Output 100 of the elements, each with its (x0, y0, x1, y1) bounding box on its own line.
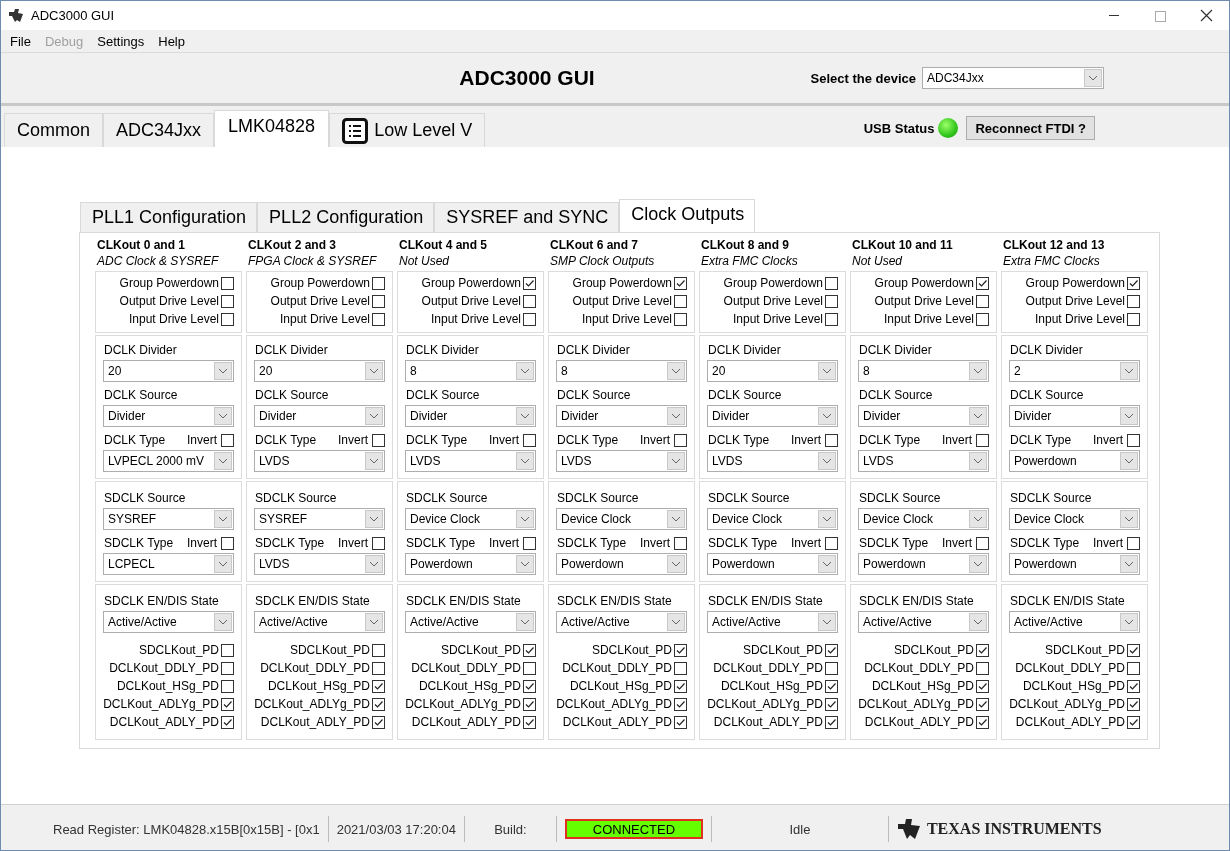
checkbox[interactable] (1127, 643, 1140, 657)
checkbox[interactable] (372, 697, 385, 711)
checkbox[interactable] (976, 276, 989, 290)
checkbox[interactable] (674, 697, 687, 711)
checkbox[interactable] (221, 715, 234, 729)
dropdown[interactable]: Divider (405, 405, 536, 427)
dropdown[interactable]: Active/Active (1009, 611, 1140, 633)
checkbox[interactable] (1127, 715, 1140, 729)
tab[interactable]: SYSREF and SYNC (434, 202, 620, 232)
dropdown[interactable]: LVDS (556, 450, 687, 472)
checkbox[interactable] (1127, 312, 1140, 326)
checkbox[interactable] (825, 536, 838, 550)
checkbox[interactable] (372, 536, 385, 550)
checkbox[interactable] (825, 433, 838, 447)
checkbox[interactable] (825, 697, 838, 711)
tab[interactable]: PLL2 Configuration (257, 202, 435, 232)
dropdown[interactable]: SYSREF (103, 508, 234, 530)
checkbox[interactable] (825, 661, 838, 675)
dropdown[interactable]: Active/Active (858, 611, 989, 633)
dropdown[interactable]: Divider (858, 405, 989, 427)
checkbox[interactable] (523, 312, 536, 326)
checkbox[interactable] (372, 679, 385, 693)
checkbox[interactable] (674, 715, 687, 729)
dropdown[interactable]: LVDS (858, 450, 989, 472)
dropdown[interactable]: Divider (254, 405, 385, 427)
dropdown[interactable]: Device Clock (556, 508, 687, 530)
checkbox[interactable] (825, 294, 838, 308)
dropdown[interactable]: LVDS (405, 450, 536, 472)
dropdown[interactable]: Powerdown (1009, 553, 1140, 575)
checkbox[interactable] (674, 536, 687, 550)
checkbox[interactable] (372, 312, 385, 326)
tab[interactable]: Common (4, 113, 104, 147)
checkbox[interactable] (674, 679, 687, 693)
dropdown[interactable]: LCPECL (103, 553, 234, 575)
tab[interactable]: Clock Outputs (619, 199, 756, 232)
checkbox[interactable] (372, 643, 385, 657)
checkbox[interactable] (221, 661, 234, 675)
checkbox[interactable] (221, 679, 234, 693)
dropdown[interactable]: Divider (707, 405, 838, 427)
checkbox[interactable] (221, 697, 234, 711)
dropdown[interactable]: Divider (1009, 405, 1140, 427)
checkbox[interactable] (221, 433, 234, 447)
checkbox[interactable] (1127, 536, 1140, 550)
checkbox[interactable] (523, 697, 536, 711)
dropdown[interactable]: 20 (254, 360, 385, 382)
checkbox[interactable] (976, 294, 989, 308)
dropdown[interactable]: Active/Active (707, 611, 838, 633)
checkbox[interactable] (825, 715, 838, 729)
checkbox[interactable] (674, 661, 687, 675)
checkbox[interactable] (674, 433, 687, 447)
checkbox[interactable] (976, 679, 989, 693)
menu-item[interactable]: Settings (90, 33, 152, 49)
checkbox[interactable] (674, 276, 687, 290)
checkbox[interactable] (523, 679, 536, 693)
dropdown[interactable]: Device Clock (707, 508, 838, 530)
checkbox[interactable] (523, 643, 536, 657)
dropdown[interactable]: LVDS (707, 450, 838, 472)
dropdown[interactable]: 20 (103, 360, 234, 382)
checkbox[interactable] (372, 433, 385, 447)
dropdown[interactable]: Powerdown (1009, 450, 1140, 472)
dropdown[interactable]: 2 (1009, 360, 1140, 382)
checkbox[interactable] (221, 294, 234, 308)
dropdown[interactable]: Active/Active (556, 611, 687, 633)
checkbox[interactable] (674, 294, 687, 308)
checkbox[interactable] (221, 276, 234, 290)
checkbox[interactable] (1127, 276, 1140, 290)
checkbox[interactable] (1127, 697, 1140, 711)
checkbox[interactable] (523, 433, 536, 447)
checkbox[interactable] (372, 276, 385, 290)
checkbox[interactable] (221, 643, 234, 657)
menu-item[interactable]: File (3, 33, 38, 49)
dropdown[interactable]: Active/Active (405, 611, 536, 633)
dropdown[interactable]: ADC34Jxx (922, 67, 1104, 89)
checkbox[interactable] (221, 312, 234, 326)
checkbox[interactable] (976, 661, 989, 675)
checkbox[interactable] (1127, 679, 1140, 693)
checkbox[interactable] (976, 536, 989, 550)
checkbox[interactable] (674, 312, 687, 326)
checkbox[interactable] (1127, 294, 1140, 308)
checkbox[interactable] (523, 536, 536, 550)
checkbox[interactable] (523, 276, 536, 290)
dropdown[interactable]: Active/Active (103, 611, 234, 633)
checkbox[interactable] (825, 276, 838, 290)
checkbox[interactable] (372, 661, 385, 675)
checkbox[interactable] (976, 312, 989, 326)
checkbox[interactable] (1127, 433, 1140, 447)
checkbox[interactable] (1127, 661, 1140, 675)
checkbox[interactable] (523, 294, 536, 308)
checkbox[interactable] (523, 661, 536, 675)
dropdown[interactable]: LVDS (254, 450, 385, 472)
dropdown[interactable]: Powerdown (405, 553, 536, 575)
checkbox[interactable] (976, 715, 989, 729)
dropdown[interactable]: Powerdown (707, 553, 838, 575)
checkbox[interactable] (976, 433, 989, 447)
tab[interactable]: LMK04828 (214, 110, 330, 147)
dropdown[interactable]: Powerdown (858, 553, 989, 575)
tab[interactable]: PLL1 Configuration (80, 202, 258, 232)
dropdown[interactable]: 8 (858, 360, 989, 382)
checkbox[interactable] (372, 715, 385, 729)
dropdown[interactable]: 8 (405, 360, 536, 382)
